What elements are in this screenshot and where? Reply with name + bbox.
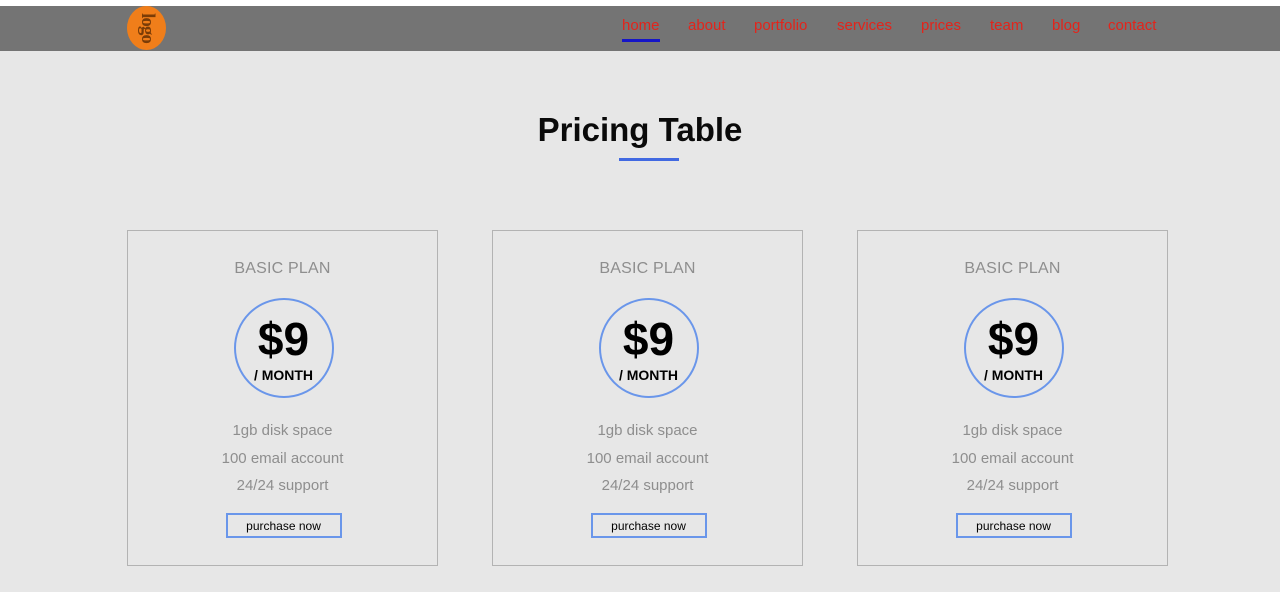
plan-name: BASIC PLAN [234,260,331,277]
feature-list: 1gb disk space 100 email account 24/24 s… [493,417,802,500]
purchase-button[interactable]: purchase now [590,513,707,538]
page-title: Pricing Table [537,111,743,148]
price-amount: $9 [622,313,675,365]
feature-item: 1gb disk space [232,422,333,439]
nav-home[interactable]: home [622,17,660,42]
feature-item: 100 email account [951,449,1074,467]
feature-list: 1gb disk space 100 email account 24/24 s… [858,417,1167,500]
price-amount: $9 [987,313,1040,365]
plan-name: BASIC PLAN [599,260,696,277]
nav-services[interactable]: services [837,17,892,34]
feature-item: 1gb disk space [597,422,698,439]
price-period: / MONTH [253,367,314,383]
price-amount: $9 [257,313,310,365]
feature-item: 100 email account [586,449,709,467]
feature-item: 100 email account [221,449,344,467]
pricing-card: BASIC PLAN $9 / MONTH 1gb disk space 100… [492,230,803,566]
purchase-button[interactable]: purchase now [955,513,1072,538]
feature-item: 24/24 support [236,477,329,494]
plan-name: BASIC PLAN [964,260,1061,277]
main-nav: home about portfolio services prices tea… [0,6,1280,51]
nav-blog[interactable]: blog [1052,17,1080,34]
nav-contact[interactable]: contact [1108,17,1156,34]
feature-item: 24/24 support [966,477,1059,494]
feature-list: 1gb disk space 100 email account 24/24 s… [128,417,437,500]
price-period: / MONTH [983,367,1044,383]
price-circle: $9 / MONTH [233,298,334,398]
title-underline [619,158,679,161]
nav-prices[interactable]: prices [921,17,961,34]
price-circle: $9 / MONTH [598,298,699,398]
pricing-card: BASIC PLAN $9 / MONTH 1gb disk space 100… [857,230,1168,566]
nav-team[interactable]: team [990,17,1023,34]
nav-portfolio[interactable]: portfolio [754,17,807,34]
nav-about[interactable]: about [688,17,726,34]
feature-item: 1gb disk space [962,422,1063,439]
price-circle: $9 / MONTH [963,298,1064,398]
price-period: / MONTH [618,367,679,383]
feature-item: 24/24 support [601,477,694,494]
purchase-button[interactable]: purchase now [225,513,342,538]
pricing-card: BASIC PLAN $9 / MONTH 1gb disk space 100… [127,230,438,566]
